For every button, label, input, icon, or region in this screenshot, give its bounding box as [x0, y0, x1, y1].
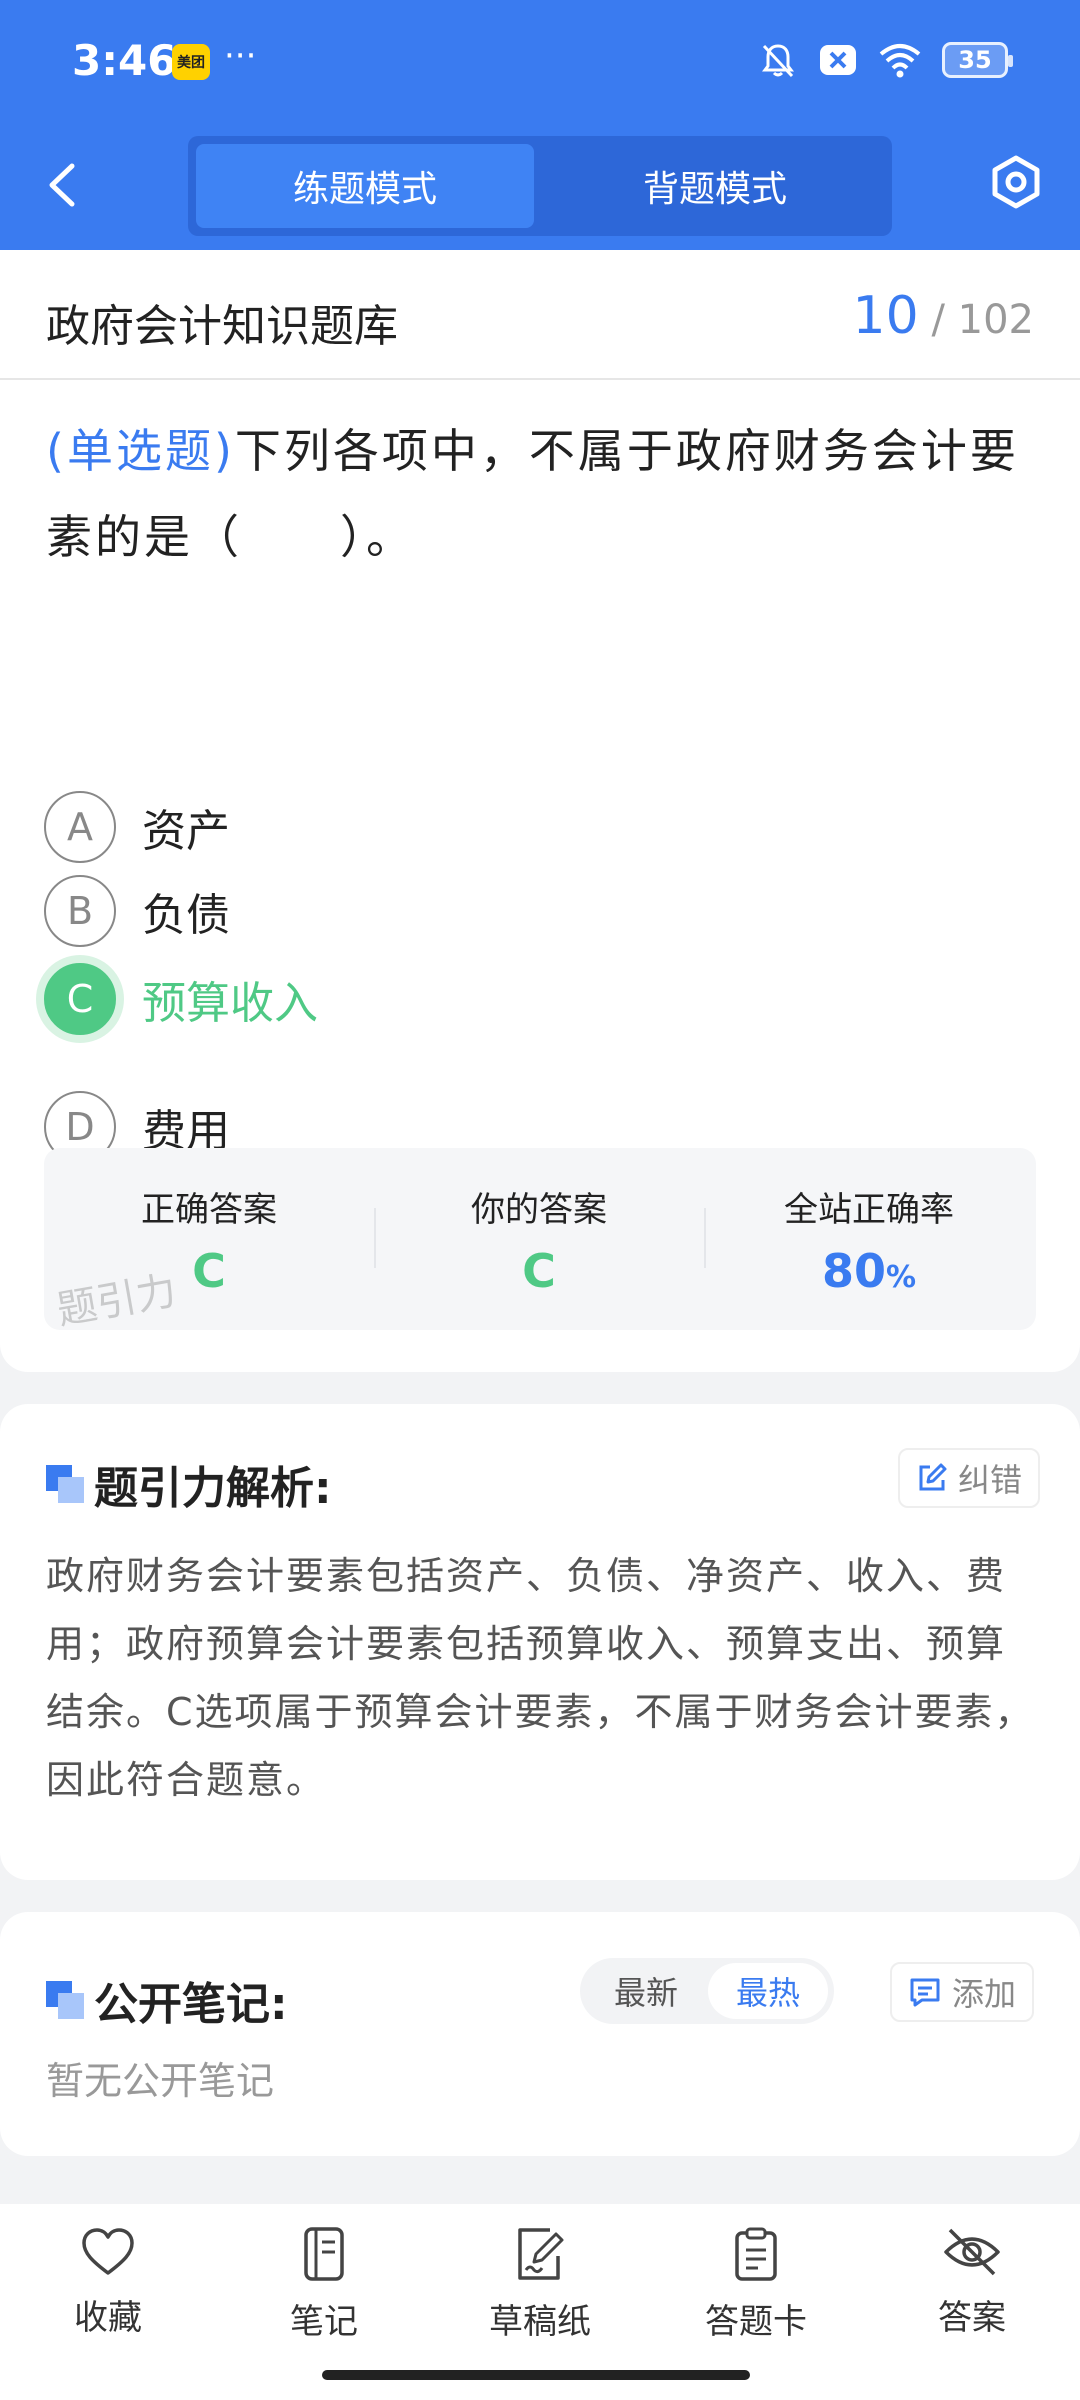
mode-switch: 练题模式 背题模式	[188, 136, 892, 236]
your-answer-stat: 你的答案 C	[374, 1148, 704, 1330]
favorite-button[interactable]: 收藏	[28, 2226, 188, 2356]
option-text: 预算收入	[142, 978, 318, 1029]
sort-latest[interactable]: 最新	[586, 1963, 706, 2019]
eye-off-icon	[944, 2228, 1000, 2276]
report-error-label: 纠错	[958, 1461, 1023, 1499]
option-text: 资产	[142, 806, 230, 857]
heart-icon	[82, 2228, 134, 2275]
meituan-app-icon: 美团	[172, 44, 210, 80]
notes-label: 笔记	[290, 2302, 358, 2342]
home-indicator[interactable]	[322, 2370, 750, 2380]
option-c[interactable]: C 预算收入	[44, 962, 944, 1036]
tab-memorize-mode[interactable]: 背题模式	[546, 144, 884, 228]
analysis-header: 题引力解析:	[46, 1452, 332, 1516]
option-text: 负债	[142, 890, 230, 941]
back-arrow-icon[interactable]	[40, 158, 90, 212]
your-answer-label: 你的答案	[471, 1190, 607, 1230]
option-letter: A	[44, 791, 116, 863]
draft-paper-label: 草稿纸	[489, 2302, 591, 2342]
notes-title: 公开笔记:	[94, 1979, 288, 2030]
tab-practice-mode[interactable]: 练题模式	[196, 144, 534, 228]
analysis-title: 题引力解析:	[94, 1463, 332, 1514]
notebook-icon	[304, 2227, 344, 2281]
more-notifications-icon: ···	[224, 36, 257, 76]
section-marker-icon	[46, 1465, 84, 1503]
header: 3:46 美团 ··· 35 练题模式 背题模式	[0, 0, 1080, 250]
bell-off-icon	[762, 44, 794, 78]
analysis-card: 题引力解析: 纠错 政府财务会计要素包括资产、负债、净资产、收入、费用；政府预算…	[0, 1404, 1080, 1880]
notes-header: 公开笔记:	[46, 1968, 288, 2032]
answer-sheet-label: 答题卡	[705, 2302, 807, 2342]
total-questions: 102	[957, 297, 1034, 343]
status-bar: 3:46 美团 ··· 35	[0, 0, 1080, 125]
section-marker-icon	[46, 1981, 84, 2019]
accuracy-stat: 全站正确率 80%	[704, 1148, 1034, 1330]
settings-icon[interactable]	[988, 154, 1044, 210]
answer-sheet-button[interactable]: 答题卡	[676, 2226, 836, 2356]
wifi-icon	[879, 44, 921, 78]
draft-pen-icon	[518, 2228, 564, 2280]
clipboard-icon	[735, 2227, 777, 2281]
question-card: (单选题)下列各项中，不属于政府财务会计要素的是（ ）。 A 资产 B 负债 C…	[0, 380, 1080, 1372]
question-text: (单选题)下列各项中，不属于政府财务会计要素的是（ ）。	[46, 408, 1036, 580]
accuracy-value: 80%	[704, 1244, 1034, 1298]
report-error-button[interactable]: 纠错	[898, 1448, 1041, 1508]
close-badge-icon	[820, 45, 856, 75]
empty-notes-message: 暂无公开笔记	[46, 2059, 275, 2103]
counter-separator: /	[931, 297, 945, 343]
current-question-number: 10	[852, 286, 919, 346]
question-counter[interactable]: 10 / 102	[853, 286, 1034, 346]
draft-paper-button[interactable]: 草稿纸	[460, 2226, 620, 2356]
add-note-button[interactable]: 添加	[890, 1962, 1035, 2022]
option-b[interactable]: B 负债	[44, 874, 944, 948]
edit-icon	[919, 1463, 947, 1491]
favorite-label: 收藏	[74, 2298, 142, 2338]
accuracy-unit: %	[885, 1260, 917, 1295]
question-bank-bar: 政府会计知识题库 10 / 102	[0, 250, 1080, 380]
correct-answer-label: 正确答案	[141, 1190, 277, 1230]
option-a[interactable]: A 资产	[44, 790, 944, 864]
question-type: (单选题)	[46, 424, 235, 478]
status-time: 3:46	[72, 36, 177, 85]
answer-toggle-button[interactable]: 答案	[892, 2226, 1052, 2356]
public-notes-card: 公开笔记: 最新 最热 添加 暂无公开笔记	[0, 1912, 1080, 2156]
question-bank-title: 政府会计知识题库	[46, 301, 398, 352]
comment-icon	[910, 1978, 940, 2007]
battery-icon: 35	[942, 42, 1013, 78]
answer-label: 答案	[938, 2298, 1006, 2338]
option-letter: B	[44, 875, 116, 947]
notes-button[interactable]: 笔记	[244, 2226, 404, 2356]
analysis-text: 政府财务会计要素包括资产、负债、净资产、收入、费用；政府预算会计要素包括预算收入…	[46, 1554, 1035, 1802]
accuracy-number: 80	[821, 1244, 886, 1298]
battery-level: 35	[958, 46, 992, 74]
sort-hottest[interactable]: 最热	[708, 1963, 828, 2019]
option-letter: C	[44, 963, 116, 1035]
accuracy-label: 全站正确率	[784, 1190, 954, 1230]
your-answer-value: C	[522, 1244, 556, 1298]
answer-stats: 正确答案 C 你的答案 C 全站正确率 80% 题引力	[44, 1148, 1036, 1334]
notes-sort-toggle: 最新 最热	[580, 1958, 834, 2024]
add-note-label: 添加	[952, 1975, 1017, 2013]
